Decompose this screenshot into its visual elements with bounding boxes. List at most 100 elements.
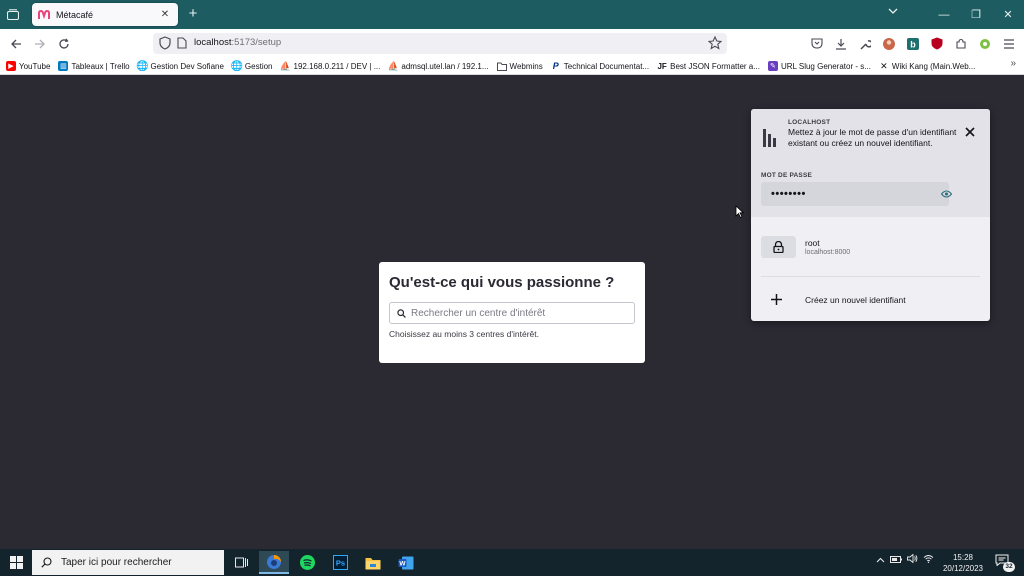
bookmark-star-icon[interactable] — [708, 36, 722, 50]
password-field[interactable]: •••••••• — [761, 182, 952, 206]
folder-icon — [496, 61, 507, 71]
active-tab[interactable]: Métacafé ✕ — [32, 3, 178, 26]
bookmarks-overflow-icon[interactable]: » — [1010, 58, 1016, 69]
bookmark-gestion[interactable]: 🌐 Gestion — [231, 61, 273, 72]
ublock-icon[interactable] — [928, 35, 945, 52]
close-icon[interactable] — [963, 125, 977, 139]
bookmark-label: YouTube — [19, 61, 51, 71]
navigation-bar: localhost:5173/setup b — [0, 29, 1024, 58]
bookmark-label: Tableaux | Trello — [71, 61, 130, 71]
interest-search-box[interactable] — [389, 302, 635, 324]
bookmark-label: 192.168.0.211 / DEV | ... — [293, 61, 381, 71]
extensions-puzzle-icon[interactable] — [952, 35, 969, 52]
close-window-icon[interactable]: ✕ — [992, 8, 1024, 21]
url-host: localhost — [194, 37, 232, 48]
bookmark-youtube[interactable]: ▶ YouTube — [6, 61, 50, 71]
divider — [761, 276, 980, 277]
taskbar-clock[interactable]: 15:28 20/12/2023 — [940, 552, 986, 574]
mouse-cursor-icon — [735, 205, 744, 218]
taskbar-search[interactable]: Taper ici pour rechercher — [32, 550, 224, 575]
bookmark-label: Technical Documentat... — [563, 61, 650, 71]
eye-icon[interactable] — [941, 190, 952, 198]
password-label: MOT DE PASSE — [761, 172, 813, 179]
lock-icon — [761, 236, 796, 258]
word-taskbar-icon[interactable]: W — [391, 551, 421, 574]
create-new-login-button[interactable]: Créez un nouvel identifiant — [761, 289, 980, 311]
extension-b-icon[interactable]: b — [904, 35, 921, 52]
wifi-icon[interactable] — [923, 554, 934, 565]
restore-icon[interactable]: ❐ — [960, 8, 992, 21]
url-path: :5173/setup — [231, 37, 282, 48]
popup-message: Mettez à jour le mot de passe d'un ident… — [788, 127, 957, 148]
tab-bar: Métacafé ✕ + — ❐ ✕ — [0, 0, 1024, 29]
bookmarks-bar: ▶ YouTube ▥ Tableaux | Trello 🌐 Gestion Dev… — [0, 58, 1024, 75]
tray-chevron-up-icon[interactable] — [876, 555, 885, 565]
bookmark-technical-doc[interactable]: P Technical Documentat... — [551, 61, 649, 71]
paypal-icon: P — [552, 61, 559, 71]
tab-list-icon[interactable] — [0, 0, 26, 29]
windows-taskbar: Taper ici pour rechercher Ps W 15:28 20/… — [0, 549, 1024, 576]
profile-avatar-icon[interactable] — [880, 35, 897, 52]
svg-text:Ps: Ps — [335, 559, 344, 568]
back-icon[interactable] — [7, 35, 25, 53]
task-view-icon[interactable] — [226, 551, 256, 574]
existing-login-entry[interactable]: root localhost:8000 — [761, 235, 980, 263]
bookmark-webmins[interactable]: Webmins — [496, 61, 543, 71]
url-bar[interactable]: localhost:5173/setup — [153, 33, 727, 54]
pocket-icon[interactable] — [808, 35, 825, 52]
file-explorer-taskbar-icon[interactable] — [358, 551, 388, 574]
bookmark-url-slug[interactable]: ✎ URL Slug Generator - s... — [767, 61, 871, 71]
slug-icon: ✎ — [767, 61, 778, 71]
clock-date: 20/12/2023 — [942, 564, 984, 573]
system-tray — [876, 553, 934, 565]
photoshop-taskbar-icon[interactable]: Ps — [325, 551, 355, 574]
spotify-taskbar-icon[interactable] — [292, 551, 322, 574]
volume-icon[interactable] — [907, 553, 918, 565]
minimize-icon[interactable]: — — [928, 9, 960, 21]
page-title: Qu'est-ce qui vous passionne ? — [389, 274, 615, 291]
window-controls: — ❐ ✕ — [928, 0, 1024, 29]
password-value: •••••••• — [771, 188, 806, 200]
page-info-icon[interactable] — [177, 37, 187, 49]
bitwarden-logo-icon — [763, 129, 776, 147]
new-tab-icon[interactable]: + — [186, 5, 200, 23]
firefox-taskbar-icon[interactable] — [259, 551, 289, 574]
reload-icon[interactable] — [55, 35, 73, 53]
taskbar-search-placeholder: Taper ici pour rechercher — [61, 557, 172, 568]
globe-icon: 🌐 — [136, 60, 149, 72]
bookmark-phpmyadmin-dev[interactable]: ⛵ 192.168.0.211 / DEV | ... — [279, 60, 381, 71]
bookmark-phpmyadmin-admsql[interactable]: ⛵ admsql.utel.lan / 192.1... — [388, 61, 489, 71]
trello-icon: ▥ — [58, 61, 69, 71]
tab-title: Métacafé — [56, 9, 94, 20]
url-text[interactable]: localhost:5173/setup — [194, 37, 281, 48]
battery-icon[interactable] — [890, 555, 902, 565]
bookmark-label: Gestion — [244, 61, 273, 71]
x-icon: ✕ — [880, 60, 888, 71]
interest-hint: Choisissez au moins 3 centres d'intérêt. — [389, 329, 539, 339]
notification-count-badge: 32 — [1003, 562, 1015, 572]
close-tab-icon[interactable]: ✕ — [158, 9, 172, 20]
shield-icon[interactable] — [159, 36, 171, 50]
password-popup-header: LOCALHOST Mettez à jour le mot de passe … — [751, 109, 990, 217]
windows-start-icon[interactable] — [10, 556, 23, 569]
interest-search-input[interactable] — [411, 307, 631, 319]
bookmark-wiki-kang[interactable]: ✕ Wiki Kang (Main.Web... — [879, 61, 975, 71]
login-username: root — [805, 238, 820, 248]
bookmark-trello[interactable]: ▥ Tableaux | Trello — [58, 61, 130, 71]
menu-hamburger-icon[interactable] — [1000, 35, 1017, 52]
extension-green-icon[interactable] — [976, 35, 993, 52]
phpmyadmin-icon: ⛵ — [279, 60, 292, 71]
forward-icon[interactable] — [31, 35, 49, 53]
download-icon[interactable] — [832, 35, 849, 52]
bookmark-gestion-dev[interactable]: 🌐 Gestion Dev Sofiane — [136, 60, 224, 72]
notification-center-icon[interactable]: 32 — [995, 553, 1015, 573]
search-icon — [397, 308, 406, 318]
login-host: localhost:8000 — [805, 249, 851, 256]
bookmark-label: admsql.utel.lan / 192.1... — [401, 61, 489, 71]
chevron-down-icon[interactable] — [884, 6, 902, 24]
wrench-icon[interactable] — [856, 35, 873, 52]
bookmark-label: Webmins — [509, 61, 543, 71]
jf-icon: JF — [657, 61, 667, 71]
bookmark-json-formatter[interactable]: JF Best JSON Formatter a... — [657, 61, 759, 71]
interests-card: Qu'est-ce qui vous passionne ? Choisisse… — [379, 262, 645, 363]
